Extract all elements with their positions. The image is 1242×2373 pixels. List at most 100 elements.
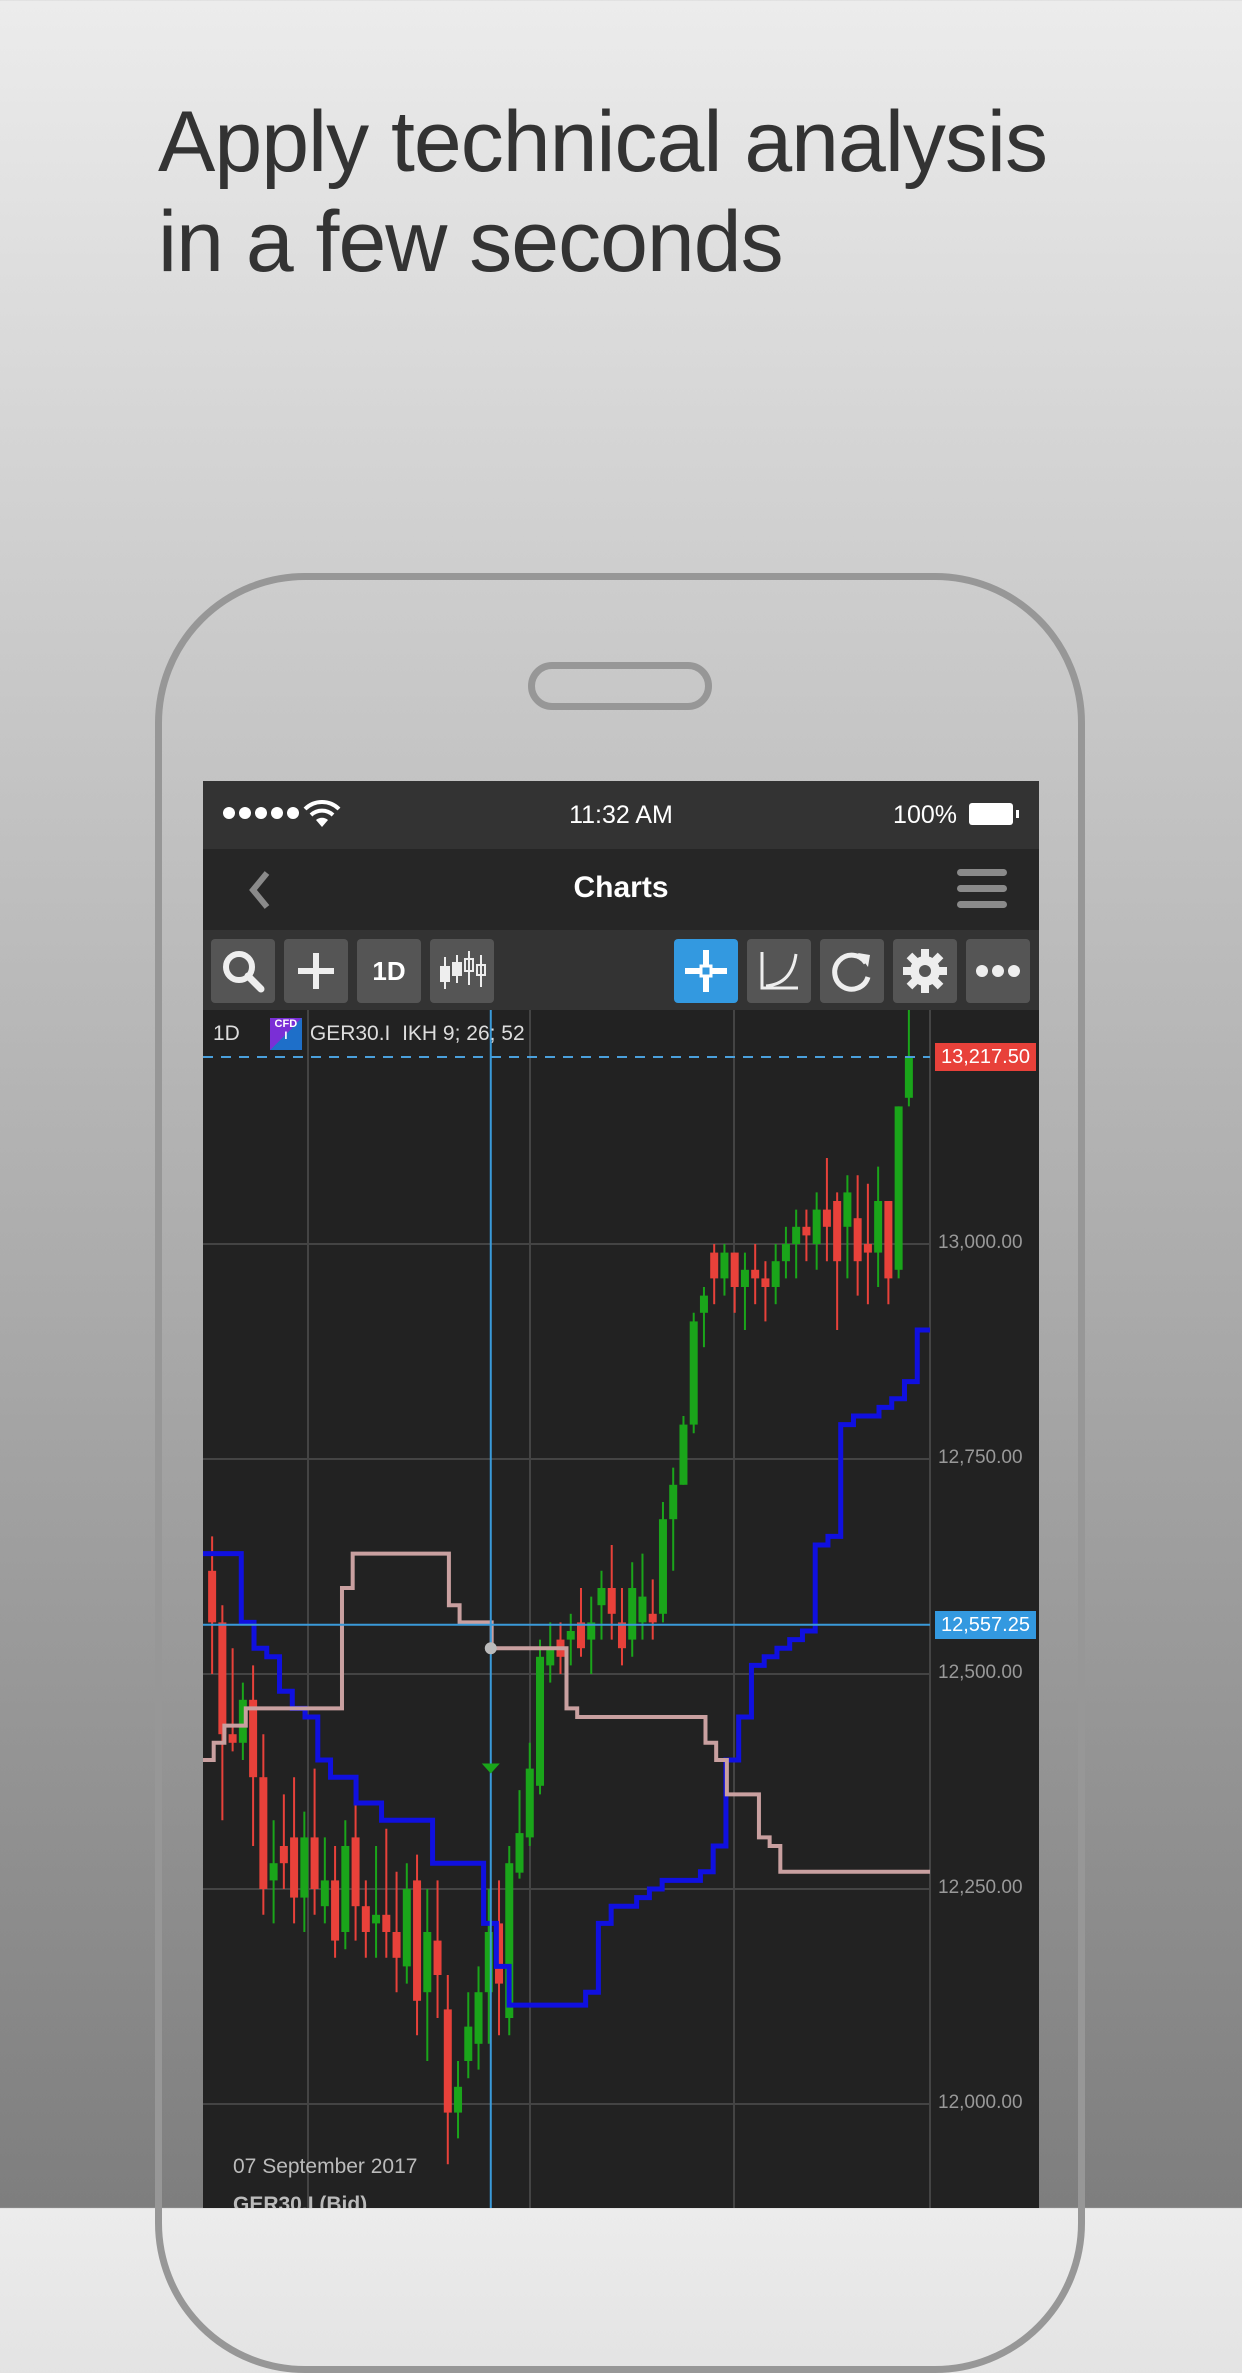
status-bar: 11:32 AM 100% bbox=[203, 781, 1039, 849]
candle-body bbox=[279, 1846, 288, 1864]
candle-body bbox=[730, 1252, 739, 1287]
candle-body bbox=[310, 1837, 319, 1889]
candlestick-icon bbox=[440, 951, 486, 989]
chart-toolbar: 1D bbox=[203, 930, 1039, 1010]
chart-instrument: GER30.I bbox=[309, 1022, 391, 1045]
candle-body bbox=[669, 1484, 678, 1520]
crosshair-button[interactable] bbox=[674, 939, 738, 1003]
refresh-button[interactable] bbox=[820, 939, 884, 1003]
settings-button[interactable] bbox=[893, 939, 957, 1003]
candle-body bbox=[904, 1056, 913, 1098]
candle-body bbox=[658, 1519, 667, 1614]
candle-body bbox=[781, 1244, 790, 1262]
candle-body bbox=[822, 1209, 831, 1227]
chart-indicator: IKH 9; 26; 52 bbox=[402, 1022, 525, 1045]
candle-body bbox=[566, 1631, 575, 1640]
candle-body bbox=[648, 1613, 657, 1623]
timeframe-button[interactable]: 1D bbox=[357, 939, 421, 1003]
candle-body bbox=[761, 1278, 770, 1287]
chart-header: 1D CFD I GER30.I IKH 9; 26; 52 bbox=[213, 1018, 525, 1050]
candle-body bbox=[433, 1940, 442, 1975]
candle-body bbox=[361, 1906, 370, 1932]
last-price-tag: 13,217.50 bbox=[935, 1042, 1036, 1071]
candle-body bbox=[525, 1768, 534, 1838]
candle-body bbox=[720, 1252, 729, 1279]
headline-line-1: Apply technical analysis bbox=[158, 94, 1048, 190]
candle-body bbox=[413, 1880, 422, 2001]
candle-body bbox=[228, 1734, 237, 1743]
candle-body bbox=[464, 2026, 473, 2061]
y-tick-label: 12,250.00 bbox=[938, 1877, 1023, 1898]
candle-body bbox=[351, 1837, 360, 1907]
candle-body bbox=[474, 1992, 483, 2044]
search-button[interactable] bbox=[211, 939, 275, 1003]
candle-body bbox=[628, 1588, 637, 1640]
candle-body bbox=[894, 1106, 903, 1270]
add-button[interactable] bbox=[284, 939, 348, 1003]
ohlc-legend: 07 September 2017 GER30.I (Bid) Open12,2… bbox=[233, 2155, 470, 2208]
candle-body bbox=[546, 1648, 555, 1666]
candle-body bbox=[812, 1209, 821, 1244]
y-tick-label: 12,000.00 bbox=[938, 2092, 1023, 2113]
candle-body bbox=[874, 1201, 883, 1253]
crosshair-price-tag: 12,557.25 bbox=[935, 1610, 1036, 1639]
candle-body bbox=[249, 1699, 258, 1778]
candle-body bbox=[269, 1863, 278, 1881]
candle-body bbox=[300, 1837, 309, 1898]
candle-body bbox=[341, 1846, 350, 1932]
cfd-badge-icon: CFD I bbox=[269, 1018, 302, 1050]
candle-body bbox=[515, 1833, 524, 1873]
drawing-button[interactable] bbox=[747, 939, 811, 1003]
candle-body bbox=[382, 1914, 391, 1932]
y-tick-label: 13,000.00 bbox=[938, 1232, 1023, 1253]
candle-body bbox=[607, 1588, 616, 1614]
crosshair-icon bbox=[685, 950, 727, 992]
candle-body bbox=[320, 1880, 329, 1907]
candle-body bbox=[443, 2009, 452, 2113]
candle-body bbox=[208, 1570, 217, 1623]
candle-body bbox=[392, 1932, 401, 1958]
y-tick-label: 12,750.00 bbox=[938, 1447, 1023, 1468]
crosshair-marker bbox=[484, 1642, 497, 1655]
candle-body bbox=[423, 1932, 432, 1993]
candle-body bbox=[218, 1622, 227, 1735]
candle-body bbox=[710, 1252, 719, 1279]
gear-icon bbox=[903, 949, 947, 993]
candle-body bbox=[617, 1622, 626, 1649]
search-icon bbox=[223, 951, 265, 993]
candle-body bbox=[576, 1622, 585, 1649]
candle-body bbox=[597, 1588, 606, 1606]
more-button[interactable] bbox=[966, 939, 1030, 1003]
candle-body bbox=[402, 1889, 411, 1967]
candle-body bbox=[638, 1596, 647, 1623]
plus-icon bbox=[298, 953, 334, 989]
chart-type-button[interactable] bbox=[430, 939, 494, 1003]
signal-arrow-icon bbox=[481, 1763, 500, 1774]
battery-percent: 100% bbox=[893, 801, 957, 829]
candle-body bbox=[454, 2086, 463, 2113]
candle-body bbox=[679, 1424, 688, 1485]
refresh-icon bbox=[832, 952, 871, 992]
chart-canvas[interactable] bbox=[203, 1010, 1039, 2208]
candle-body bbox=[833, 1201, 842, 1262]
candle-body bbox=[689, 1321, 698, 1425]
ellipsis-icon bbox=[976, 965, 1020, 977]
candle-body bbox=[792, 1226, 801, 1244]
candle-body bbox=[259, 1777, 268, 1889]
page-title: Charts bbox=[573, 871, 669, 904]
legend-date: 07 September 2017 bbox=[233, 2155, 418, 2178]
candle-body bbox=[740, 1269, 749, 1287]
battery-icon bbox=[969, 803, 1019, 825]
candle-body bbox=[853, 1218, 862, 1262]
menu-button[interactable] bbox=[957, 869, 1007, 911]
candle-body bbox=[802, 1226, 811, 1236]
price-chart[interactable]: 1D CFD I GER30.I IKH 9; 26; 52 13,000.00 1… bbox=[203, 1010, 1039, 2208]
nav-bar: Charts bbox=[203, 849, 1039, 930]
candle-body bbox=[843, 1192, 852, 1227]
candle-body bbox=[699, 1295, 708, 1313]
candle-body bbox=[884, 1201, 893, 1279]
headline: Apply technical analysis in a few second… bbox=[158, 92, 1158, 292]
curve-icon bbox=[760, 952, 798, 990]
y-tick-label: 12,500.00 bbox=[938, 1662, 1023, 1683]
headline-line-2: in a few seconds bbox=[158, 194, 784, 290]
